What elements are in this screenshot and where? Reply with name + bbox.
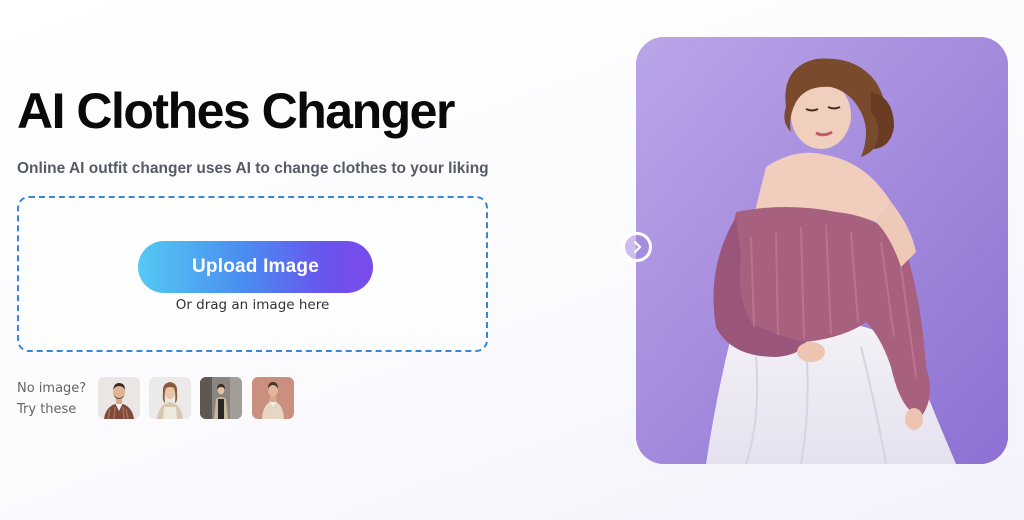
sample-thumbnail-woman-beige[interactable]	[149, 377, 191, 419]
compare-slider-handle[interactable]	[622, 232, 652, 262]
preview-image	[636, 37, 1008, 464]
page-subtitle: Online AI outfit changer uses AI to chan…	[17, 160, 489, 177]
upload-dropzone[interactable]: Upload Image Or drag an image here	[17, 196, 488, 352]
page-title: AI Clothes Changer	[17, 83, 455, 139]
chevron-right-icon	[633, 240, 642, 254]
sample-label-line2: Try these	[17, 402, 77, 417]
sample-thumbnail-man-casual[interactable]	[252, 377, 294, 419]
upload-image-button[interactable]: Upload Image	[138, 241, 373, 293]
sample-thumbnail-woman-street[interactable]	[200, 377, 242, 419]
sample-images-label: No image? Try these	[17, 378, 93, 420]
drag-hint: Or drag an image here	[175, 297, 330, 313]
sample-label-line1: No image?	[17, 381, 87, 396]
sample-thumbnail-man-plaid[interactable]	[98, 377, 140, 419]
